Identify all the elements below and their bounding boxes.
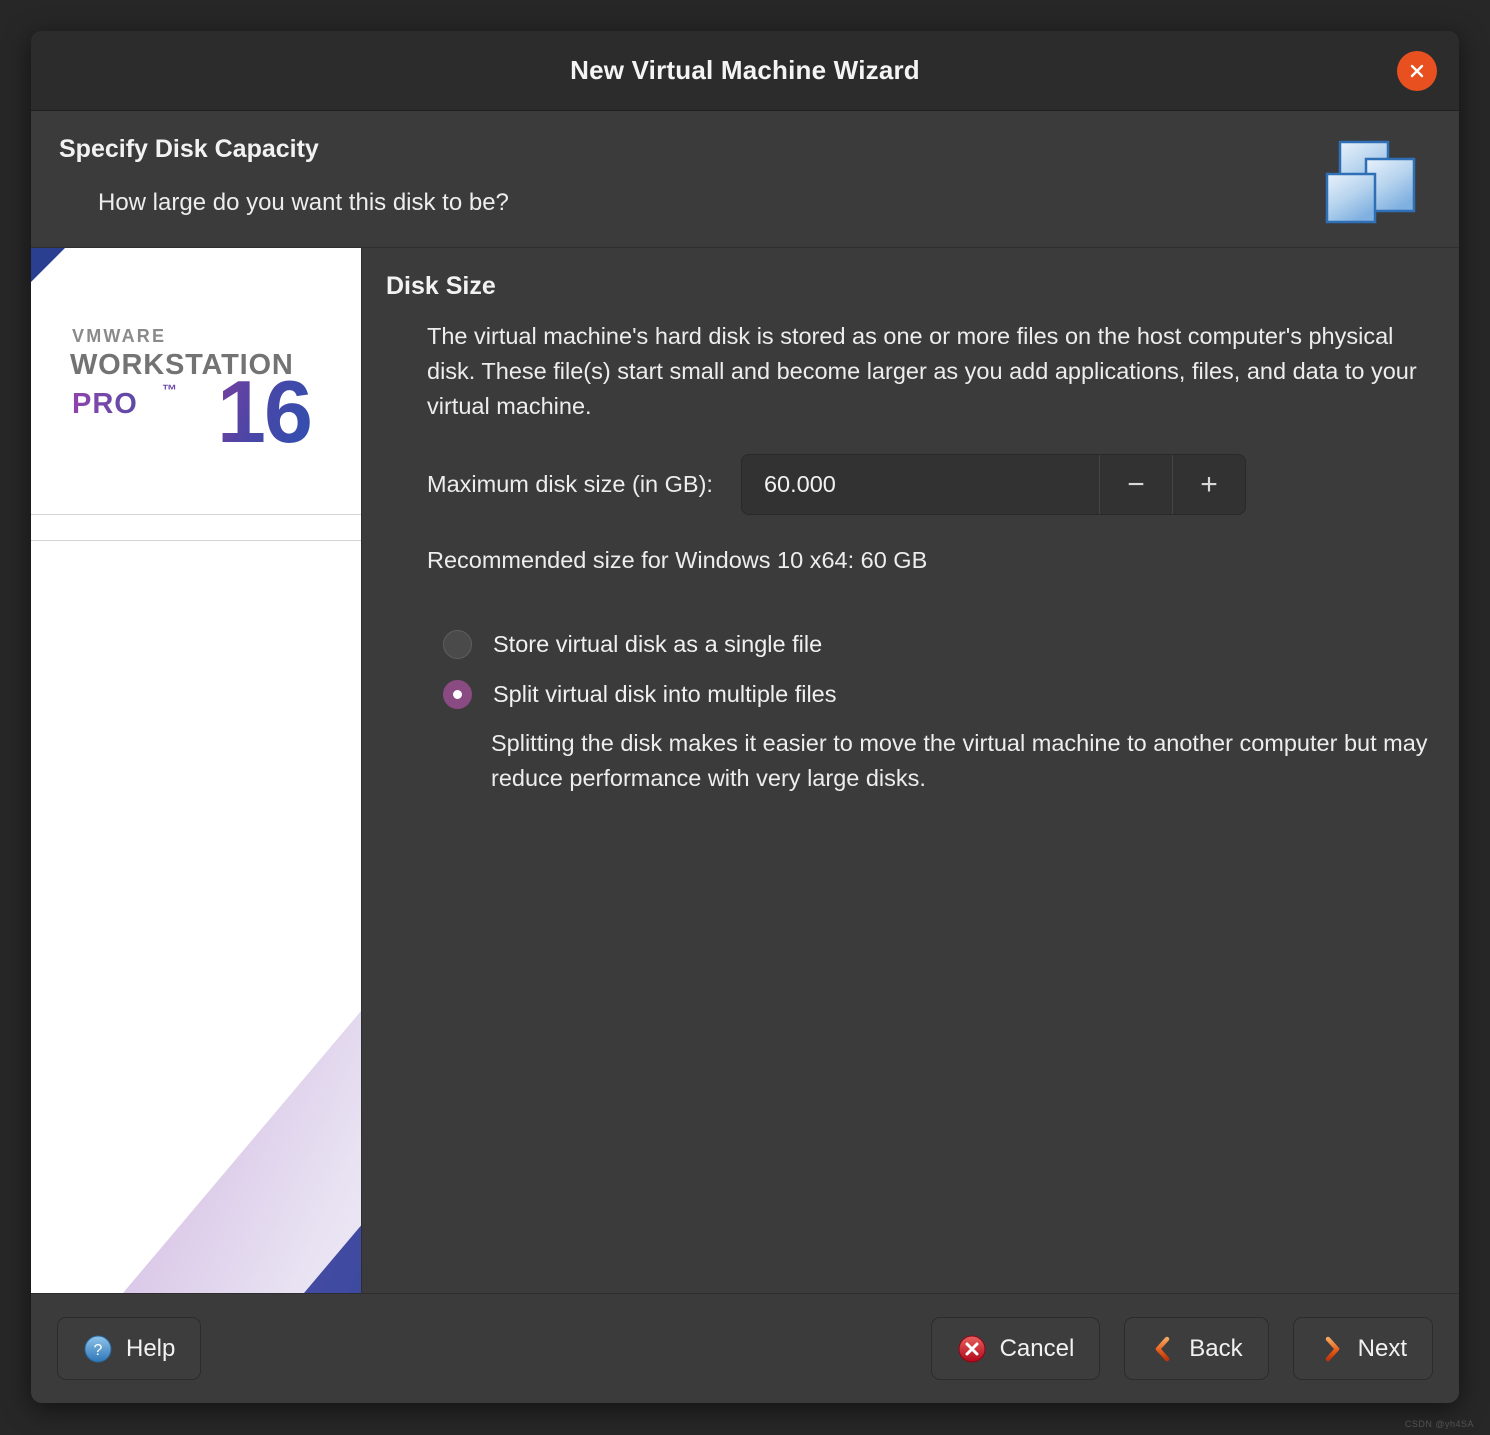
help-button[interactable]: ? Help [57,1317,202,1380]
error-x-icon [957,1334,987,1364]
page-header: Specify Disk Capacity How large do you w… [31,111,1459,248]
max-disk-size-stepper[interactable]: − + [740,454,1246,515]
stacked-windows-icon [1323,137,1431,227]
dialog-footer: ? Help Cancel Back Next [31,1293,1459,1403]
sidebar-artwork [31,541,361,1293]
cancel-button-label: Cancel [999,1334,1075,1362]
back-button-label: Back [1189,1334,1243,1362]
decrement-button[interactable]: − [1098,455,1172,514]
window-title: New Virtual Machine Wizard [570,55,920,85]
next-button-label: Next [1357,1334,1407,1362]
artwork-light-band [31,737,361,1293]
radio-label-store-single-file: Store virtual disk as a single file [493,631,823,657]
radio-button-icon [443,680,472,709]
disk-file-options-group: Store virtual disk as a single file Spli… [443,630,1429,796]
help-button-label: Help [126,1334,176,1362]
max-disk-size-input[interactable] [741,455,1099,514]
section-title: Disk Size [386,272,496,300]
vmware-logo-panel: VMWARE WORKSTATION PRO ™ 16 [31,248,361,515]
max-disk-size-label: Maximum disk size (in GB): [427,471,713,497]
max-disk-size-row: Maximum disk size (in GB): − + [427,454,1429,515]
svg-text:?: ? [94,1342,103,1359]
radio-label-split-multiple-files: Split virtual disk into multiple files [493,681,837,707]
recommended-size-text: Recommended size for Windows 10 x64: 60 … [427,547,928,573]
cancel-button[interactable]: Cancel [930,1317,1101,1380]
screen: New Virtual Machine Wizard Specify Disk … [0,0,1490,1435]
dialog-body: VMWARE WORKSTATION PRO ™ 16 Disk Size Th… [31,248,1459,1293]
corner-accent [31,248,65,282]
radio-split-multiple-files[interactable]: Split virtual disk into multiple files [443,680,1429,709]
chevron-right-icon [1319,1334,1345,1364]
page-title: Specify Disk Capacity [59,135,319,163]
radio-button-icon [443,630,472,659]
question-mark-icon: ? [83,1334,113,1364]
brand-version-text: 16 [217,362,313,461]
title-bar: New Virtual Machine Wizard [31,31,1459,111]
watermark: CSDN @yh4SA [1404,1419,1474,1429]
main-content: Disk Size The virtual machine's hard dis… [362,248,1459,1293]
radio-store-single-file[interactable]: Store virtual disk as a single file [443,630,1429,659]
branding-sidebar: VMWARE WORKSTATION PRO ™ 16 [31,248,362,1293]
back-button[interactable]: Back [1124,1317,1269,1380]
close-button[interactable] [1397,50,1437,91]
increment-button[interactable]: + [1171,455,1245,514]
brand-trademark-symbol: ™ [162,382,177,399]
new-virtual-machine-wizard-dialog: New Virtual Machine Wizard Specify Disk … [31,31,1459,1403]
disk-size-description: The virtual machine's hard disk is store… [427,323,1417,419]
chevron-left-icon [1150,1334,1176,1364]
page-subtitle: How large do you want this disk to be? [98,189,509,216]
close-icon [1407,61,1427,81]
sidebar-divider-strip [31,514,361,541]
brand-vendor-text: VMWARE [72,326,167,346]
next-button[interactable]: Next [1292,1317,1433,1380]
brand-edition-text: PRO [72,388,138,420]
radio-dot [453,690,462,699]
split-option-description: Splitting the disk makes it easier to mo… [491,730,1428,791]
